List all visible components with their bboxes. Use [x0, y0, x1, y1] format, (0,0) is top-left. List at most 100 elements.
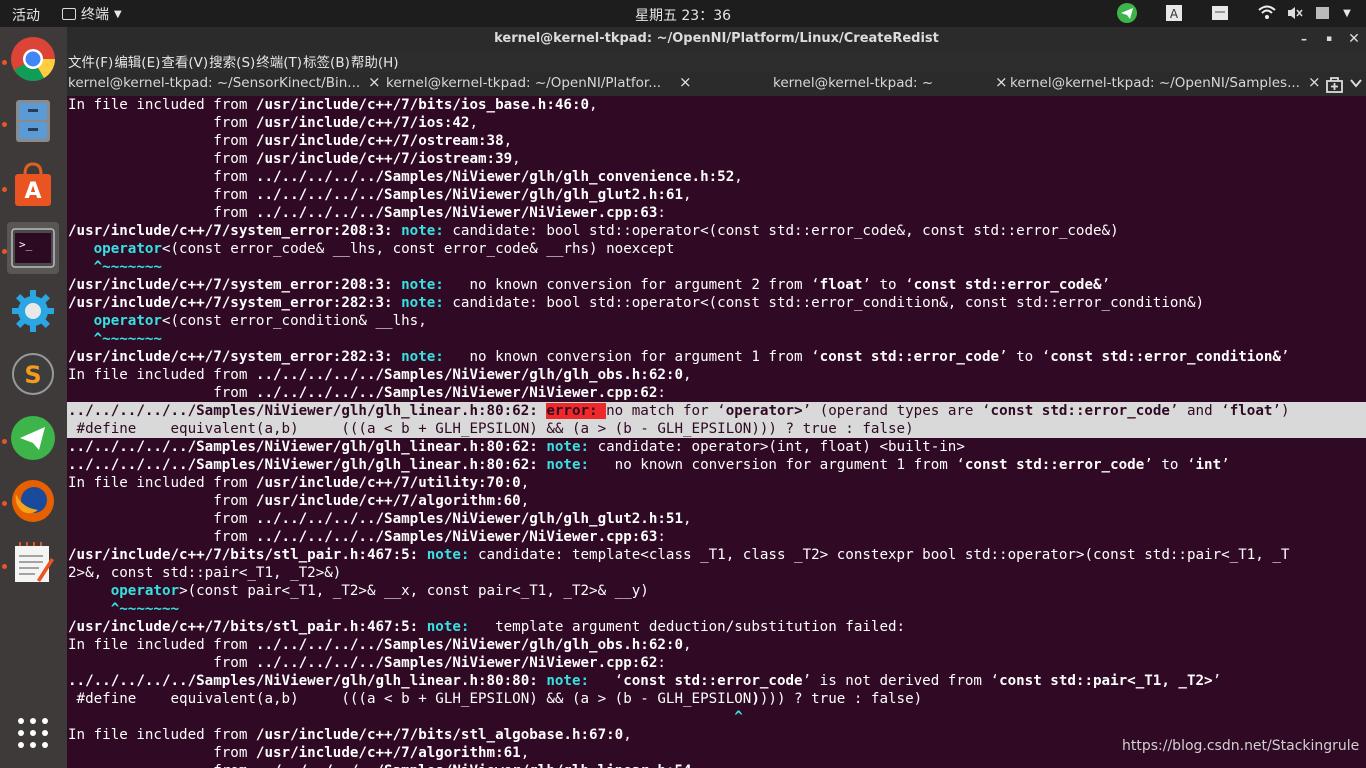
app-menu-label: 终端	[81, 7, 109, 23]
terminal-text: from	[68, 385, 256, 401]
maximize-icon[interactable]: ▪	[1320, 30, 1338, 48]
note-label: note:	[401, 295, 453, 311]
terminal-text: const std::error_code	[623, 673, 803, 689]
volume-muted-icon[interactable]	[1284, 3, 1306, 23]
terminal-text: :	[657, 385, 666, 401]
terminal-text: ,	[469, 115, 479, 131]
terminal-line: In file included from /usr/include/c++/7…	[67, 474, 1366, 492]
system-menu-caret-icon[interactable]: ▼	[1338, 3, 1356, 23]
terminal-line: from ../../../../../Samples/NiViewer/glh…	[67, 186, 1366, 204]
terminal-text: ’	[1212, 673, 1222, 689]
terminal-text: ../../../../../Samples/NiViewer/NiViewer…	[255, 655, 658, 671]
new-tab-button[interactable]	[1325, 74, 1347, 94]
terminal-small-icon	[62, 8, 76, 20]
terminal-text: )	[751, 691, 760, 707]
terminal-text: operator	[110, 583, 180, 599]
telegram-tray-icon[interactable]	[1115, 3, 1139, 23]
terminal-line: ../../../../../Samples/NiViewer/glh/glh_…	[67, 402, 1366, 420]
firefox-icon	[12, 480, 54, 522]
tab-close-icon[interactable]: ×	[679, 73, 692, 91]
note-label: note:	[546, 457, 598, 473]
terminal-text: from	[68, 655, 256, 671]
terminal-line: from ../../../../../Samples/NiViewer/glh…	[67, 510, 1366, 528]
clock[interactable]: 星期五 23：36	[635, 8, 731, 24]
terminal-text: ’ is not derived from ‘	[802, 673, 1000, 689]
terminal-text: /usr/include/c++/7/ostream:38	[255, 133, 504, 149]
app-menu[interactable]: 终端 ▼	[62, 4, 122, 24]
terminal-line: ../../../../../Samples/NiViewer/glh/glh_…	[67, 438, 1366, 456]
close-window-icon[interactable]: ✕	[1345, 30, 1363, 48]
terminal-text: :	[657, 529, 666, 545]
terminal-text: /usr/include/c++/7/algorithm:60	[255, 493, 521, 509]
terminal-text: ’ to ‘	[1144, 457, 1196, 473]
terminal-text: ../../../../../Samples/NiViewer/NiViewer…	[255, 205, 658, 221]
menu-file[interactable]: 文件(F)	[67, 51, 113, 72]
terminal-text: ’ and ‘	[1169, 403, 1230, 419]
terminal-text: float	[819, 277, 863, 293]
terminal-text: ,	[503, 133, 513, 149]
wifi-icon[interactable]	[1256, 3, 1278, 23]
terminal-text: ^~~~~~~~	[93, 331, 162, 347]
menu-help[interactable]: 帮助(H)	[350, 51, 399, 72]
dock-item-text-editor[interactable]	[7, 538, 59, 590]
terminal-text: ../../../../../Samples/NiViewer/glh/glh_…	[255, 637, 684, 653]
menu-terminal[interactable]: 终端(T)	[255, 51, 302, 72]
tab-openni-samples[interactable]: kernel@kernel-tkpad: ~/OpenNI/Samples...	[1010, 72, 1304, 96]
terminal-line: from ../../../../../Samples/NiViewer/NiV…	[67, 654, 1366, 672]
terminal-text: ,	[683, 187, 692, 203]
menu-edit[interactable]: 编辑(E)	[113, 51, 160, 72]
dock-item-sublime[interactable]: S	[7, 348, 59, 400]
tab-sensorkinect[interactable]: kernel@kernel-tkpad: ~/SensorKinect/Bin.…	[68, 72, 366, 96]
terminal-text: ,	[683, 367, 692, 383]
dock-item-software[interactable]: A	[7, 159, 59, 211]
settings-icon	[12, 290, 54, 332]
dock: A >_ S	[0, 27, 67, 768]
terminal-line: In file included from ../../../../../Sam…	[67, 636, 1366, 654]
window-titlebar[interactable]: kernel@kernel-tkpad: ~/OpenNI/Platform/L…	[67, 27, 1366, 51]
input-method-icon[interactable]: A	[1163, 3, 1185, 23]
svg-text:>_: >_	[19, 238, 33, 251]
terminal-text: ../../../../../Samples/NiViewer/glh/glh_…	[68, 457, 547, 473]
terminal-line: #define equivalent(a,b) (((a < b + GLH_E…	[67, 420, 1366, 438]
terminal-text: no known conversion for argument 2 from …	[452, 277, 820, 293]
dock-item-settings[interactable]	[7, 285, 59, 337]
terminal-text: In file included from	[68, 637, 256, 653]
dock-item-telegram[interactable]	[7, 412, 59, 464]
files-icon	[16, 100, 50, 142]
terminal-line: /usr/include/c++/7/system_error:282:3: n…	[67, 294, 1366, 312]
menubar: 文件(F) 编辑(E) 查看(V) 搜索(S) 终端(T) 标签(B) 帮助(H…	[67, 51, 1366, 72]
terminal-text: ))) ? true : false)	[759, 691, 923, 707]
dock-item-show-apps[interactable]	[7, 707, 59, 759]
terminal-text: from	[68, 115, 256, 131]
terminal-text: from	[68, 493, 256, 509]
terminal-text: <(const error_condition& __lhs,	[161, 313, 427, 329]
dock-item-files[interactable]	[7, 95, 59, 147]
minimize-icon[interactable]: –	[1295, 30, 1313, 48]
menu-view[interactable]: 查看(V)	[160, 51, 208, 72]
tab-openni-platform[interactable]: kernel@kernel-tkpad: ~/OpenNI/Platfor...	[386, 72, 676, 96]
terminal-text: #define equivalent(a,b) (((a < b + GLH_E…	[68, 691, 752, 707]
menu-search[interactable]: 搜索(S)	[208, 51, 255, 72]
activities-button[interactable]: 活动	[12, 5, 40, 25]
menu-tabs[interactable]: 标签(B)	[302, 51, 350, 72]
terminal-text: ,	[623, 727, 632, 743]
system-top-bar: 活动 终端 ▼ 星期五 23：36 A ▼	[0, 0, 1366, 27]
terminal-text: /usr/include/c++/7/bits/stl_algobase.h:6…	[255, 727, 624, 743]
terminal-text: const std::error_code&	[913, 277, 1102, 293]
terminal-text: In file included from	[68, 475, 256, 491]
terminal-text: ../../../../../Samples/NiViewer/glh/glh_…	[68, 403, 547, 419]
tab-home[interactable]: kernel@kernel-tkpad: ~	[773, 72, 973, 96]
tab-close-icon[interactable]: ×	[368, 73, 381, 91]
dock-item-terminal[interactable]: >_	[7, 222, 59, 274]
tab-close-icon[interactable]: ×	[995, 73, 1008, 91]
tab-close-icon[interactable]: ×	[1308, 73, 1321, 91]
dock-item-chrome[interactable]	[7, 33, 59, 85]
keyboard-layout-icon[interactable]	[1209, 3, 1231, 23]
terminal-line: /usr/include/c++/7/bits/stl_pair.h:467:5…	[67, 546, 1366, 564]
terminal-text: ’ (operand types are ‘	[802, 403, 991, 419]
tab-menu-button[interactable]	[1349, 76, 1365, 92]
battery-icon[interactable]	[1312, 3, 1334, 23]
dock-item-firefox[interactable]	[7, 475, 59, 527]
terminal-output[interactable]: In file included from /usr/include/c++/7…	[67, 96, 1366, 768]
terminal-text: In file included from	[68, 367, 256, 383]
